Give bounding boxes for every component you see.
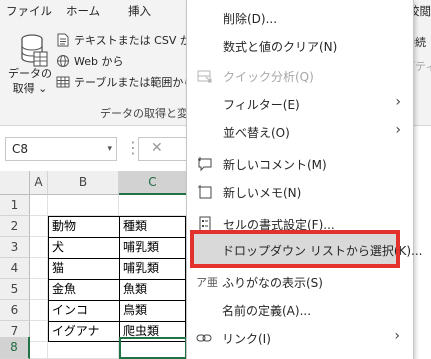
format-cells-icon bbox=[199, 216, 211, 232]
cell-c1[interactable] bbox=[119, 195, 187, 216]
database-icon bbox=[21, 34, 48, 67]
row-header-3[interactable]: 3 bbox=[0, 237, 30, 258]
menu-item-link[interactable]: リンク(I) › bbox=[186, 324, 412, 352]
chevron-down-icon[interactable]: ▾ bbox=[107, 138, 112, 160]
from-web-label: Web から bbox=[74, 55, 124, 68]
menu-item-pick-from-dropdown[interactable]: ドロップダウン リストから選択(K)... bbox=[186, 236, 423, 264]
chevron-right-icon: › bbox=[394, 328, 400, 344]
cell-b1[interactable] bbox=[48, 195, 119, 216]
menu-item-label: 並べ替え(O) bbox=[223, 126, 290, 140]
menu-item-filter[interactable]: フィルター(E) › bbox=[187, 90, 413, 118]
row-header-4[interactable]: 4 bbox=[0, 258, 30, 279]
menu-item-new-comment[interactable]: 新しいコメント(M) bbox=[187, 150, 413, 178]
row-header-2[interactable]: 2 bbox=[0, 216, 30, 237]
cell-b8[interactable] bbox=[48, 337, 119, 359]
menu-item-delete[interactable]: 削除(D)... bbox=[187, 4, 413, 32]
cancel-icon[interactable]: ✕ bbox=[151, 140, 163, 156]
link-icon bbox=[196, 334, 212, 342]
menu-item-label: 名前の定義(A)... bbox=[222, 304, 312, 318]
row-header-6[interactable]: 6 bbox=[0, 300, 30, 321]
cell-c4[interactable]: 哺乳類 bbox=[120, 258, 186, 279]
menu-item-label: クイック分析(Q) bbox=[223, 70, 314, 84]
cell-c3[interactable]: 哺乳類 bbox=[120, 237, 186, 258]
menu-item-label: 削除(D)... bbox=[223, 12, 278, 26]
menu-item-label: セルの書式設定(F)... bbox=[223, 218, 335, 232]
row-header-1[interactable]: 1 bbox=[0, 195, 30, 216]
menu-item-label: 数式と値のクリア(N) bbox=[223, 40, 338, 54]
menu-item-label: 新しいコメント(M) bbox=[223, 158, 327, 172]
menu-item-label: ドロップダウン リストから選択(K)... bbox=[222, 244, 423, 258]
menu-item-label: 新しいメモ(N) bbox=[223, 186, 302, 200]
get-data-button[interactable]: データの 取得 ⌄ bbox=[8, 66, 52, 96]
select-all-corner[interactable] bbox=[0, 171, 30, 195]
cell-c8[interactable] bbox=[119, 337, 187, 359]
cell-a2[interactable] bbox=[30, 216, 48, 237]
text-file-icon bbox=[57, 33, 69, 47]
new-note-icon bbox=[198, 185, 212, 199]
cell-b4[interactable]: 猫 bbox=[49, 258, 119, 279]
cell-c6[interactable]: 鳥類 bbox=[120, 300, 186, 321]
cell-a6[interactable] bbox=[30, 300, 48, 321]
chevron-right-icon: › bbox=[395, 122, 401, 138]
column-header-b[interactable]: B bbox=[48, 171, 119, 195]
cell-a1[interactable] bbox=[30, 195, 48, 216]
menu-item-label: リンク(I) bbox=[222, 332, 271, 346]
menu-item-new-note[interactable]: 新しいメモ(N) bbox=[187, 178, 413, 206]
column-header-a[interactable]: A bbox=[30, 171, 48, 195]
cell-b2[interactable]: 動物 bbox=[49, 216, 119, 237]
furigana-icon: ア亜 bbox=[196, 276, 218, 289]
group-label: データの取得と変 bbox=[100, 107, 188, 120]
column-header-c[interactable]: C bbox=[119, 171, 187, 195]
new-comment-icon bbox=[198, 157, 212, 172]
row-header-5[interactable]: 5 bbox=[0, 279, 30, 300]
cell-a4[interactable] bbox=[30, 258, 48, 279]
row-header-8[interactable]: 8 bbox=[0, 337, 30, 359]
from-text-csv-label: テキストまたは CSV から bbox=[74, 34, 202, 47]
from-table-range-button[interactable]: テーブルまたは範囲から bbox=[56, 73, 194, 91]
name-box-value: C8 bbox=[12, 142, 29, 156]
cell-b5[interactable]: 金魚 bbox=[49, 279, 119, 300]
from-table-range-label: テーブルまたは範囲から bbox=[74, 76, 195, 89]
from-text-csv-button[interactable]: テキストまたは CSV から bbox=[56, 31, 202, 49]
get-data-label-line2: 取得 ⌄ bbox=[12, 82, 48, 95]
cell-b6[interactable]: インコ bbox=[49, 300, 119, 321]
get-data-label-line1: データの bbox=[8, 67, 52, 80]
cell-c5[interactable]: 魚類 bbox=[120, 279, 186, 300]
chevron-right-icon: › bbox=[395, 94, 401, 110]
tab-insert[interactable]: 挿入 bbox=[128, 3, 151, 19]
menu-item-label: ふりがなの表示(S) bbox=[222, 276, 323, 290]
cell-a5[interactable] bbox=[30, 279, 48, 300]
menu-item-quick-analysis[interactable]: クイック分析(Q) bbox=[187, 62, 413, 90]
menu-item-clear-contents[interactable]: 数式と値のクリア(N) bbox=[187, 32, 413, 60]
cell-c2[interactable]: 種類 bbox=[120, 216, 186, 237]
tab-file[interactable]: ファイル bbox=[6, 3, 52, 19]
menu-item-label: フィルター(E) bbox=[223, 98, 300, 112]
globe-icon bbox=[57, 55, 69, 67]
menu-item-show-phonetic[interactable]: ア亜 ふりがなの表示(S) bbox=[186, 268, 412, 296]
cell-a8[interactable] bbox=[30, 337, 48, 359]
cell-a3[interactable] bbox=[30, 237, 48, 258]
from-web-button[interactable]: Web から bbox=[56, 52, 123, 70]
quick-analysis-icon bbox=[197, 70, 212, 83]
tab-home[interactable]: ホーム bbox=[66, 3, 100, 19]
table-icon bbox=[56, 76, 70, 88]
name-box[interactable]: C8 ▾ bbox=[5, 137, 117, 161]
menu-item-define-name[interactable]: 名前の定義(A)... bbox=[186, 296, 412, 324]
menu-item-sort[interactable]: 並べ替え(O) › bbox=[187, 118, 413, 146]
cell-b3[interactable]: 犬 bbox=[49, 237, 119, 258]
